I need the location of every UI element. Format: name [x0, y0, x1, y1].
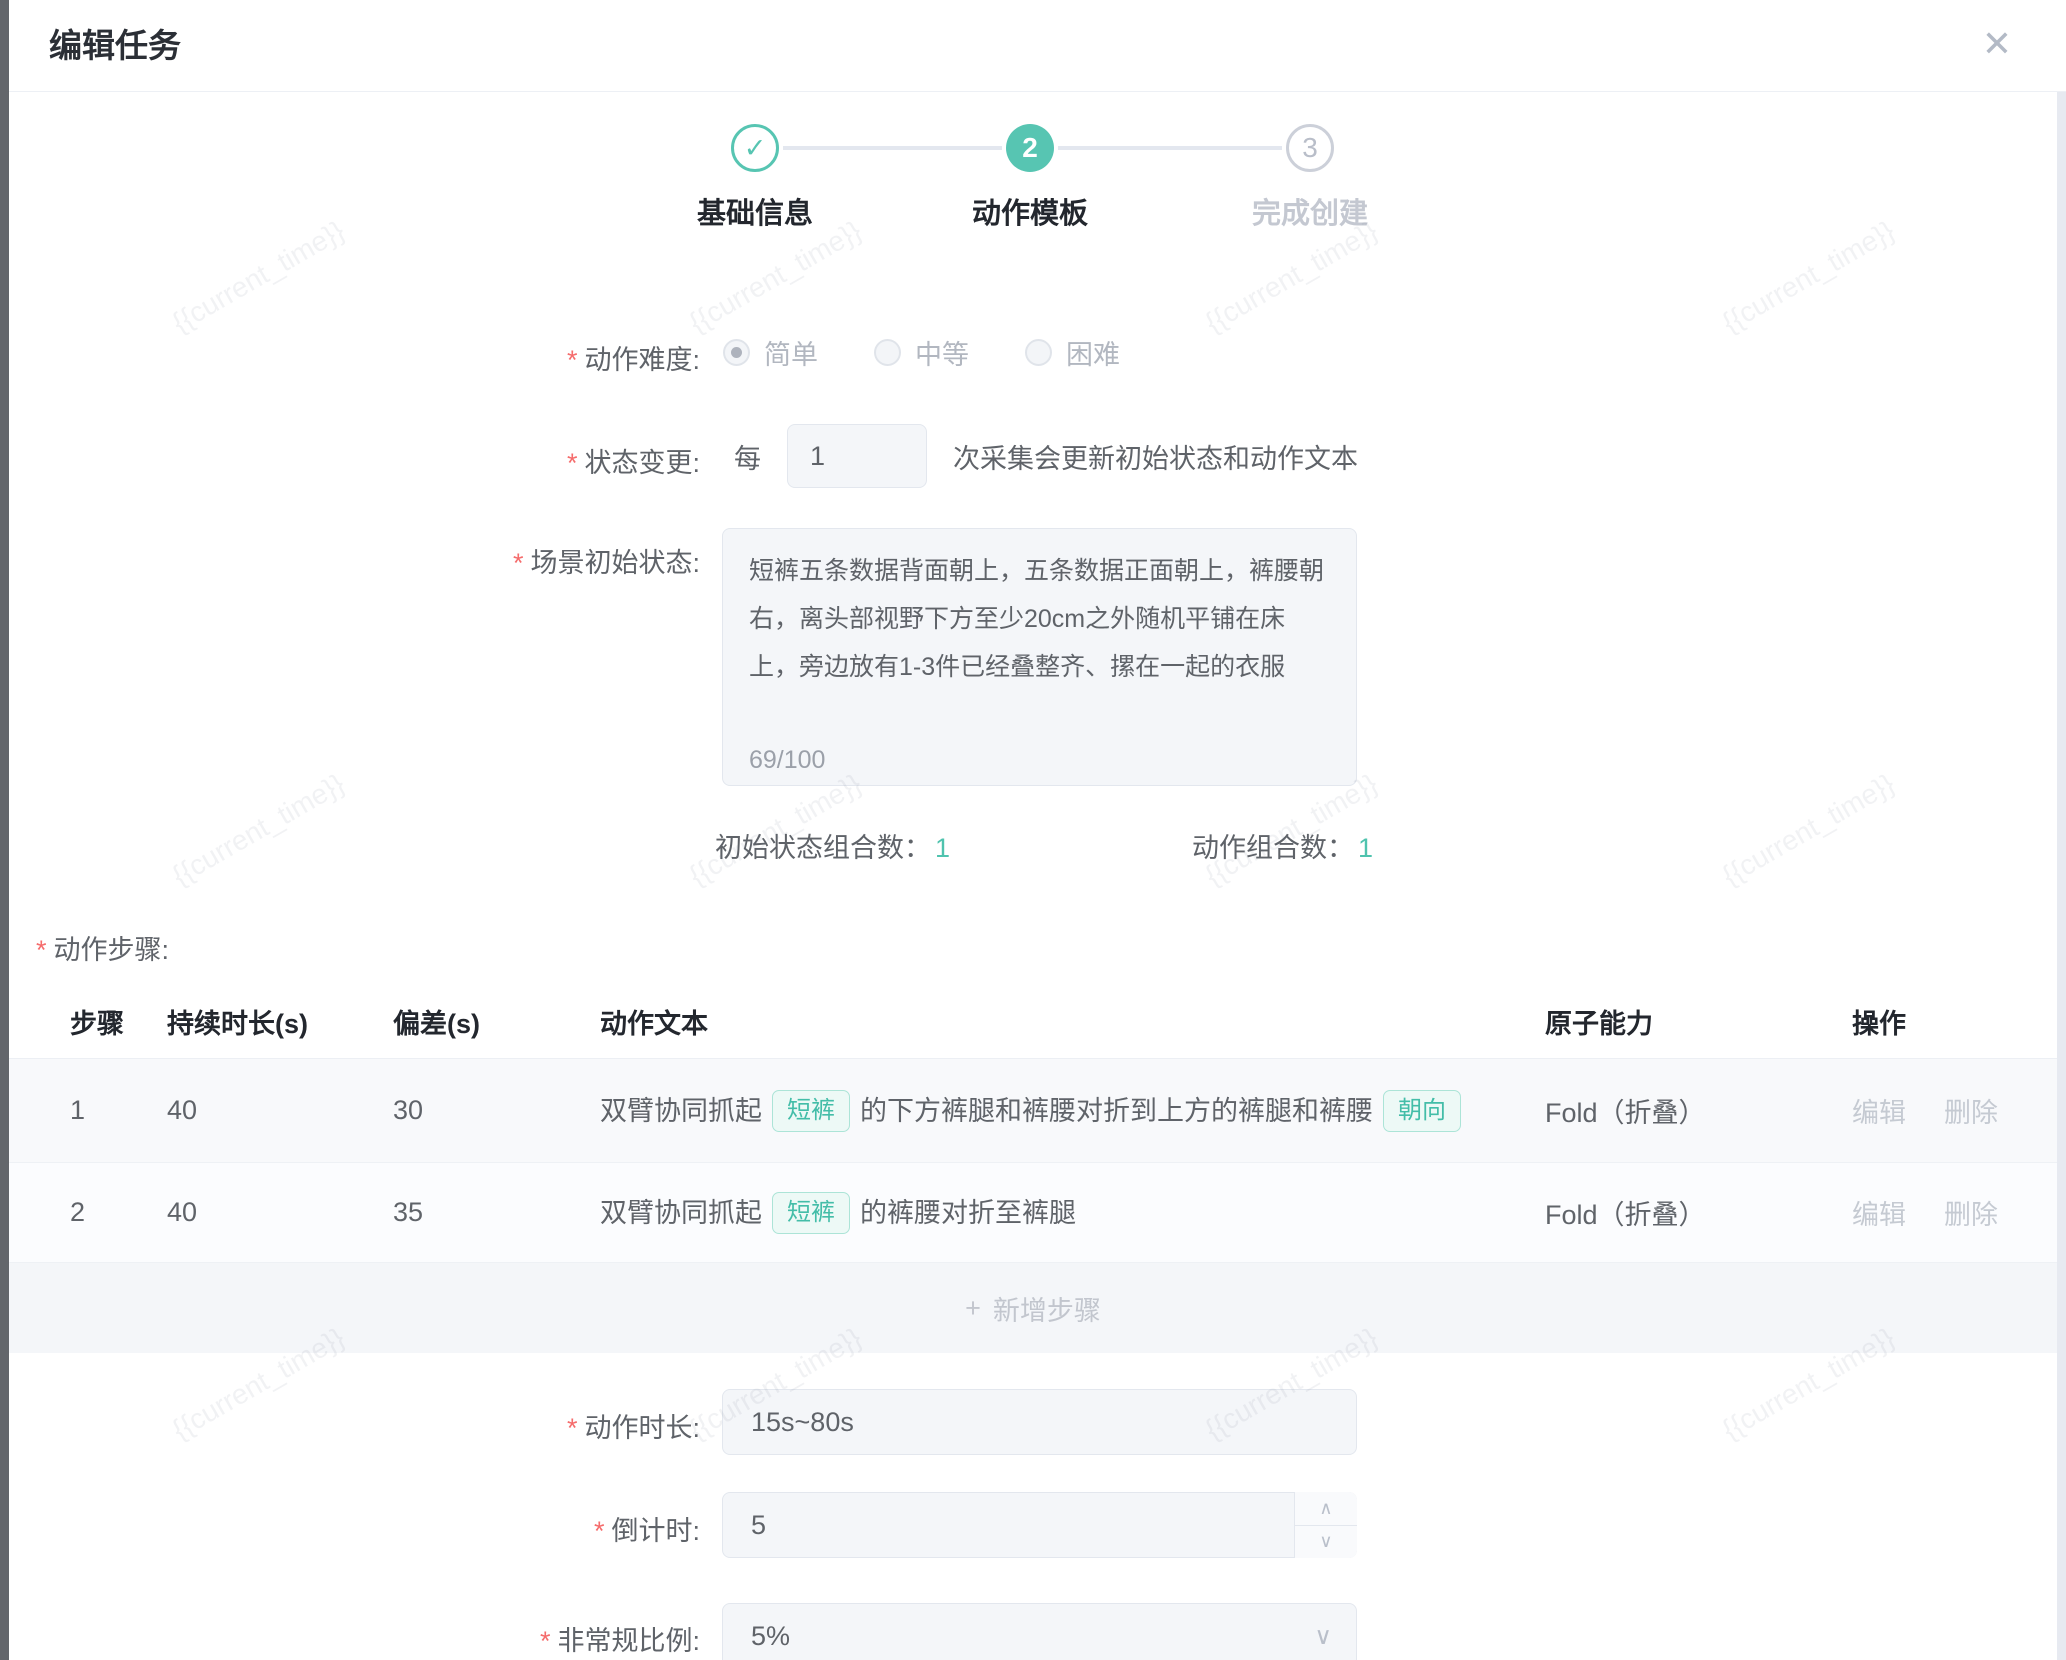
stepper-connector-1 [783, 146, 1002, 150]
col-text: 动作文本 [600, 1002, 1545, 1041]
radio-easy-label: 简单 [764, 333, 818, 372]
unusual-ratio-label: *非常规比例: [0, 1619, 700, 1658]
radio-unselected-icon [874, 339, 901, 366]
orientation-tag: 朝向 [1383, 1090, 1461, 1132]
action-duration-label: *动作时长: [0, 1406, 700, 1445]
radio-medium[interactable]: 中等 [874, 333, 969, 372]
table-row: 2 40 35 双臂协同抓起短裤的裤腰对折至裤腿 Fold（折叠） 编辑 删除 [9, 1163, 2057, 1263]
step-1-check-icon: ✓ [731, 124, 779, 172]
radio-hard[interactable]: 困难 [1025, 333, 1120, 372]
action-combo-count: 动作组合数：1 [1192, 826, 1373, 865]
difficulty-label: *动作难度: [0, 338, 700, 377]
edit-link[interactable]: 编辑 [1852, 1091, 1906, 1130]
state-change-value: 1 [810, 441, 825, 472]
action-combo-label: 动作组合数： [1192, 833, 1354, 863]
col-deviation: 偏差(s) [393, 1002, 600, 1041]
required-mark: * [567, 448, 578, 478]
state-change-prefix: 每 [734, 437, 761, 476]
countdown-value: 5 [751, 1510, 766, 1541]
required-mark: * [594, 1516, 605, 1546]
item-tag: 短裤 [772, 1192, 850, 1234]
edit-task-dialog: 编辑任务 ✕ ✓ 2 3 基础信息 动作模板 完成创建 *动作难度: 简单 中等… [0, 0, 2066, 1660]
row-ability: Fold（折叠） [1545, 1091, 1852, 1130]
row-deviation: 35 [393, 1197, 600, 1228]
step-1-label: 基础信息 [625, 190, 885, 232]
edit-link[interactable]: 编辑 [1852, 1193, 1906, 1232]
step-3-circle: 3 [1286, 124, 1334, 172]
state-change-label: *状态变更: [0, 441, 700, 480]
required-mark: * [36, 935, 47, 965]
required-mark: * [567, 345, 578, 375]
plus-icon: + [965, 1293, 981, 1324]
initial-combo-label: 初始状态组合数： [715, 833, 931, 863]
row-step: 2 [70, 1197, 167, 1228]
action-duration-input[interactable]: 15s~80s [722, 1389, 1357, 1455]
initial-combo-value: 1 [935, 833, 950, 863]
row-operations: 编辑 删除 [1852, 1193, 2057, 1232]
chevron-down-icon: ∨ [1319, 1531, 1332, 1552]
state-change-row: 每 1 次采集会更新初始状态和动作文本 [734, 423, 1358, 489]
action-steps-label: *动作步骤: [36, 928, 169, 967]
stepper-up-button[interactable]: ∧ [1295, 1492, 1357, 1526]
initial-combo-count: 初始状态组合数：1 [715, 826, 950, 865]
unusual-ratio-value: 5% [751, 1621, 790, 1652]
add-step-label: 新增步骤 [993, 1289, 1101, 1328]
col-step: 步骤 [70, 1002, 167, 1041]
countdown-label: *倒计时: [0, 1509, 700, 1548]
add-step-button[interactable]: + 新增步骤 [9, 1263, 2057, 1353]
item-tag: 短裤 [772, 1090, 850, 1132]
unusual-ratio-select[interactable]: 5% ∨ [722, 1603, 1357, 1660]
radio-hard-label: 困难 [1066, 333, 1120, 372]
close-icon[interactable]: ✕ [1971, 18, 2023, 70]
chevron-up-icon: ∧ [1319, 1498, 1332, 1519]
radio-easy[interactable]: 简单 [723, 333, 818, 372]
state-change-suffix: 次采集会更新初始状态和动作文本 [953, 437, 1358, 476]
row-duration: 40 [167, 1095, 393, 1126]
stepper-connector-2 [1058, 146, 1282, 150]
table-row: 1 40 30 双臂协同抓起短裤的下方裤腿和裤腰对折到上方的裤腿和裤腰朝向 Fo… [9, 1059, 2057, 1163]
col-duration: 持续时长(s) [167, 1002, 393, 1041]
row-operations: 编辑 删除 [1852, 1091, 2057, 1130]
char-counter: 69/100 [749, 745, 825, 775]
required-mark: * [513, 548, 524, 578]
step-3-label: 完成创建 [1180, 190, 1440, 232]
row-action-text: 双臂协同抓起短裤的裤腰对折至裤腿 [600, 1191, 1545, 1234]
state-change-input[interactable]: 1 [787, 424, 927, 488]
initial-state-textarea[interactable]: 短裤五条数据背面朝上，五条数据正面朝上，裤腰朝右，离头部视野下方至少20cm之外… [722, 528, 1357, 786]
row-ability: Fold（折叠） [1545, 1193, 1852, 1232]
table-header-row: 步骤 持续时长(s) 偏差(s) 动作文本 原子能力 操作 [9, 985, 2057, 1058]
radio-medium-label: 中等 [915, 333, 969, 372]
countdown-input[interactable]: 5 ∧ ∨ [722, 1492, 1357, 1558]
page-edge-strip [0, 0, 9, 1660]
dialog-scrollbar[interactable] [2057, 92, 2066, 1660]
col-ops: 操作 [1852, 1002, 2057, 1041]
row-step: 1 [70, 1095, 167, 1126]
row-duration: 40 [167, 1197, 393, 1228]
number-stepper: ∧ ∨ [1294, 1492, 1357, 1558]
action-combo-value: 1 [1358, 833, 1373, 863]
action-duration-value: 15s~80s [751, 1407, 854, 1438]
initial-state-label: *场景初始状态: [0, 541, 700, 580]
col-ability: 原子能力 [1545, 1002, 1852, 1041]
watermark-text: {{current_time}} [1446, 0, 2066, 645]
dialog-title: 编辑任务 [49, 0, 181, 91]
initial-state-text: 短裤五条数据背面朝上，五条数据正面朝上，裤腰朝右，离头部视野下方至少20cm之外… [749, 557, 1324, 681]
row-action-text: 双臂协同抓起短裤的下方裤腿和裤腰对折到上方的裤腿和裤腰朝向 [600, 1089, 1545, 1132]
delete-link[interactable]: 删除 [1944, 1193, 1998, 1232]
chevron-down-icon: ∨ [1314, 1604, 1332, 1660]
step-2-circle: 2 [1006, 124, 1054, 172]
stepper-down-button[interactable]: ∨ [1295, 1526, 1357, 1559]
delete-link[interactable]: 删除 [1944, 1091, 1998, 1130]
radio-selected-icon [723, 339, 750, 366]
difficulty-radio-group: 简单 中等 困难 [723, 332, 1120, 372]
row-deviation: 30 [393, 1095, 600, 1126]
required-mark: * [567, 1413, 578, 1443]
dialog-header: 编辑任务 ✕ [9, 0, 2066, 92]
required-mark: * [540, 1626, 551, 1656]
radio-unselected-icon [1025, 339, 1052, 366]
step-2-label: 动作模板 [900, 190, 1160, 232]
action-steps-table: 步骤 持续时长(s) 偏差(s) 动作文本 原子能力 操作 1 40 30 双臂… [9, 985, 2057, 1353]
